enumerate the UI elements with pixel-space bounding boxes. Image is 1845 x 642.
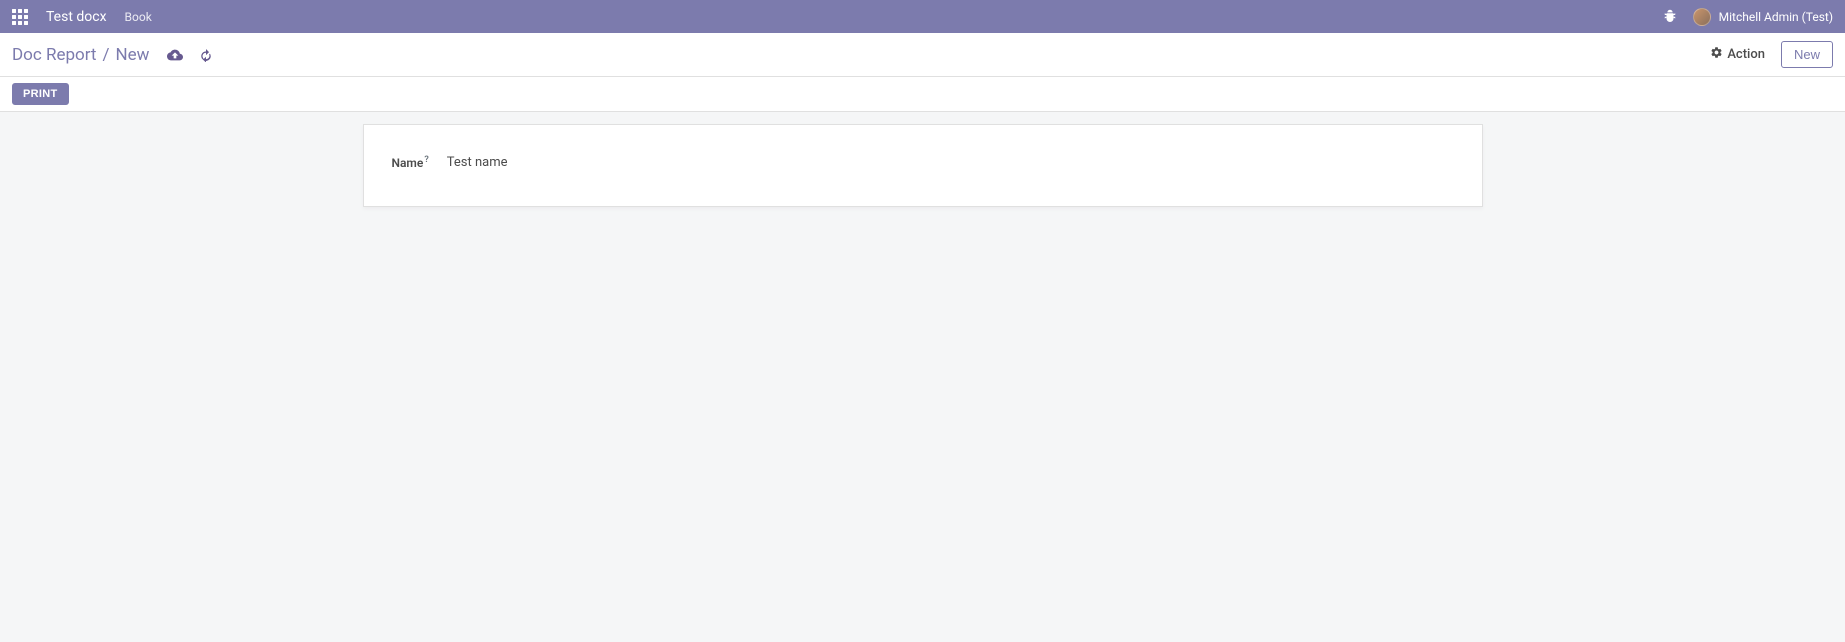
- name-field[interactable]: [447, 151, 847, 174]
- print-button[interactable]: PRINT: [12, 83, 69, 105]
- user-menu[interactable]: Mitchell Admin (Test): [1693, 8, 1833, 26]
- avatar-icon: [1693, 8, 1711, 26]
- gear-icon: [1710, 46, 1723, 63]
- status-bar: PRINT: [0, 77, 1845, 112]
- form-sheet: Name?: [363, 124, 1483, 207]
- action-button[interactable]: Action: [1710, 46, 1765, 63]
- name-label: Name?: [392, 155, 429, 170]
- form-container: Name?: [0, 112, 1845, 219]
- breadcrumb: Doc Report / New: [12, 45, 213, 65]
- new-button[interactable]: New: [1781, 41, 1833, 68]
- form-row-name: Name?: [392, 151, 1454, 174]
- navbar: Test docx Book Mitchell Admin (Test): [0, 0, 1845, 33]
- bug-icon[interactable]: [1663, 8, 1677, 25]
- breadcrumb-icons: [167, 47, 213, 63]
- control-right: Action New: [1710, 41, 1833, 68]
- help-marker: ?: [424, 155, 428, 165]
- cloud-save-icon[interactable]: [167, 47, 183, 63]
- navbar-right: Mitchell Admin (Test): [1663, 8, 1833, 26]
- name-label-text: Name: [392, 156, 424, 170]
- nav-link-book[interactable]: Book: [125, 10, 152, 24]
- brand-title[interactable]: Test docx: [46, 9, 107, 25]
- breadcrumb-root[interactable]: Doc Report: [12, 45, 96, 65]
- user-name: Mitchell Admin (Test): [1719, 10, 1833, 24]
- navbar-left: Test docx Book: [12, 9, 152, 25]
- action-label: Action: [1727, 47, 1765, 62]
- discard-icon[interactable]: [199, 48, 213, 62]
- apps-icon[interactable]: [12, 9, 28, 25]
- breadcrumb-current: New: [115, 45, 149, 65]
- control-panel: Doc Report / New Action: [0, 33, 1845, 77]
- breadcrumb-separator: /: [102, 45, 109, 65]
